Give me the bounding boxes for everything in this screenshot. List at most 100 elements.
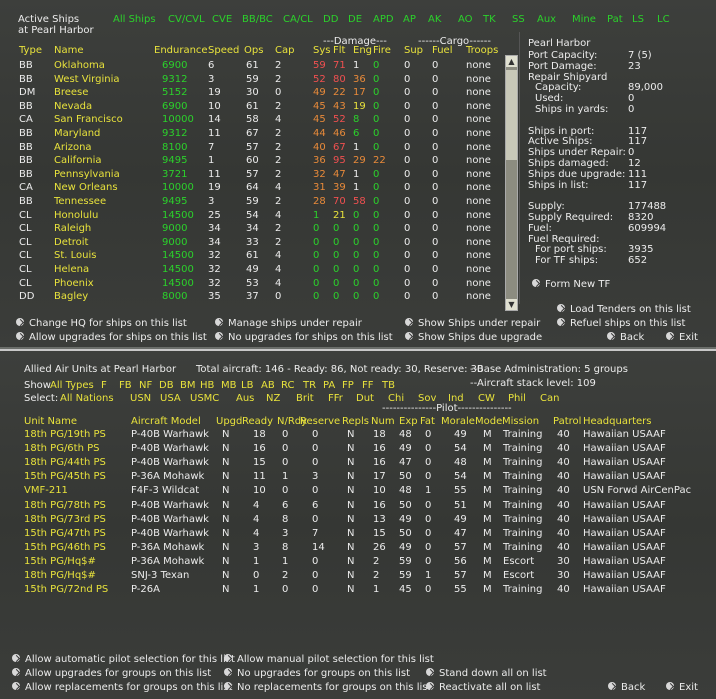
- ship-filter-17[interactable]: LC: [657, 14, 670, 25]
- load-tenders-button[interactable]: Load Tenders on this list: [557, 304, 691, 315]
- ship-filter-15[interactable]: Pat: [607, 14, 623, 25]
- air-cell-unit[interactable]: 15th PG/45th PS: [24, 471, 106, 482]
- ship-col-3[interactable]: Speed: [208, 45, 239, 56]
- nation-filter-0[interactable]: All Nations: [60, 393, 114, 404]
- air-cell-unit[interactable]: 18th PG/78th PS: [24, 500, 106, 511]
- ship-col-1[interactable]: Name: [54, 45, 84, 56]
- scroll-down-arrow-icon[interactable]: ▼: [506, 299, 517, 310]
- ship-cell-name[interactable]: Arizona: [54, 142, 92, 153]
- type-filter-15[interactable]: TB: [382, 380, 395, 391]
- allow-repl-button[interactable]: Allow replacements for groups on this li…: [12, 682, 232, 693]
- air-col-13[interactable]: Patrol: [553, 416, 581, 427]
- air-col-7[interactable]: Num: [371, 416, 395, 427]
- stand-down-button[interactable]: Stand down all on list: [426, 668, 547, 679]
- air-cell-unit[interactable]: 15th PG/47th PS: [24, 528, 106, 539]
- ship-filter-1[interactable]: CV/CVL: [168, 14, 205, 25]
- type-filter-3[interactable]: NF: [139, 380, 152, 391]
- ship-col-6[interactable]: Sys: [313, 45, 330, 56]
- allow-upgrades-ships-button[interactable]: Allow upgrades for ships on this list: [16, 332, 207, 343]
- type-filter-2[interactable]: FB: [119, 380, 132, 391]
- type-filter-12[interactable]: PA: [323, 380, 335, 391]
- ship-cell-name[interactable]: Oklahoma: [54, 60, 105, 71]
- ship-cell-name[interactable]: New Orleans: [54, 182, 118, 193]
- nation-filter-5[interactable]: NZ: [266, 393, 280, 404]
- air-col-10[interactable]: Morale: [441, 416, 475, 427]
- allow-upgrades-groups-button[interactable]: Allow upgrades for groups on this list: [12, 668, 211, 679]
- ship-filter-3[interactable]: BB/BC: [242, 14, 273, 25]
- air-cell-unit[interactable]: 15th PG/72nd PS: [24, 584, 108, 595]
- ship-col-10[interactable]: Sup: [404, 45, 423, 56]
- ship-filter-2[interactable]: CVE: [212, 14, 232, 25]
- type-filter-0[interactable]: All Types: [50, 380, 94, 391]
- ship-filter-4[interactable]: CA/CL: [283, 14, 313, 25]
- air-col-5[interactable]: Reserve: [300, 416, 340, 427]
- ship-filter-9[interactable]: AK: [428, 14, 441, 25]
- type-filter-10[interactable]: RC: [281, 380, 294, 391]
- ship-cell-name[interactable]: Phoenix: [54, 278, 94, 289]
- air-col-6[interactable]: Repls: [342, 416, 369, 427]
- air-col-2[interactable]: Upgd: [216, 416, 242, 427]
- change-hq-button[interactable]: Change HQ for ships on this list: [16, 318, 187, 329]
- nation-filter-14[interactable]: Can: [540, 393, 559, 404]
- air-col-14[interactable]: Headquarters: [583, 416, 651, 427]
- ship-cell-name[interactable]: San Francisco: [54, 114, 123, 125]
- ship-cell-name[interactable]: Nevada: [54, 101, 92, 112]
- air-col-11[interactable]: Mode: [475, 416, 502, 427]
- type-filter-8[interactable]: LB: [241, 380, 253, 391]
- air-col-0[interactable]: Unit Name: [24, 416, 77, 427]
- ship-col-2[interactable]: Endurance: [154, 45, 208, 56]
- scroll-thumb[interactable]: [506, 70, 517, 160]
- auto-pilot-button[interactable]: Allow automatic pilot selection for this…: [12, 654, 235, 665]
- ship-cell-name[interactable]: Honolulu: [54, 210, 98, 221]
- ship-filter-8[interactable]: AP: [403, 14, 416, 25]
- air-col-12[interactable]: Mission: [502, 416, 539, 427]
- air-exit-button[interactable]: Exit: [666, 682, 698, 693]
- type-filter-11[interactable]: TR: [303, 380, 316, 391]
- type-filter-1[interactable]: F: [101, 380, 107, 391]
- type-filter-13[interactable]: FP: [342, 380, 354, 391]
- back-button[interactable]: Back: [607, 332, 644, 343]
- ship-col-12[interactable]: Troops: [466, 45, 498, 56]
- ship-cell-name[interactable]: Breese: [54, 87, 88, 98]
- type-filter-6[interactable]: HB: [200, 380, 214, 391]
- ship-cell-name[interactable]: Maryland: [54, 128, 100, 139]
- show-repair-button[interactable]: Show Ships under repair: [405, 318, 540, 329]
- air-cell-unit[interactable]: 15th PG/Hq$#: [24, 556, 96, 567]
- nation-filter-6[interactable]: Brit: [296, 393, 314, 404]
- ship-cell-name[interactable]: Detroit: [54, 237, 88, 248]
- ship-cell-name[interactable]: California: [54, 155, 102, 166]
- refuel-button[interactable]: Refuel ships on this list: [557, 318, 685, 329]
- type-filter-4[interactable]: DB: [159, 380, 174, 391]
- ship-cell-name[interactable]: West Virginia: [54, 74, 119, 85]
- ship-filter-5[interactable]: DD: [323, 14, 338, 25]
- nation-filter-2[interactable]: USA: [160, 393, 181, 404]
- ship-cell-name[interactable]: St. Louis: [54, 250, 96, 261]
- air-cell-unit[interactable]: 18th PG/6th PS: [24, 443, 100, 454]
- type-filter-7[interactable]: MB: [221, 380, 237, 391]
- air-cell-unit[interactable]: 18th PG/73rd PS: [24, 514, 106, 525]
- manual-pilot-button[interactable]: Allow manual pilot selection for this li…: [224, 654, 434, 665]
- ship-col-7[interactable]: Flt: [333, 45, 345, 56]
- ship-list-scrollbar[interactable]: ▲ ▼: [505, 55, 518, 311]
- air-col-3[interactable]: Ready: [242, 416, 273, 427]
- ship-filter-16[interactable]: LS: [632, 14, 644, 25]
- air-cell-unit[interactable]: 18th PG/Hq$#: [24, 570, 96, 581]
- ship-cell-name[interactable]: Helena: [54, 264, 89, 275]
- no-upgrades-groups-button[interactable]: No upgrades for groups on this list: [224, 668, 410, 679]
- air-col-9[interactable]: Fat: [420, 416, 435, 427]
- ship-filter-0[interactable]: All Ships: [113, 14, 156, 25]
- ship-filter-13[interactable]: Aux: [537, 14, 556, 25]
- ship-col-0[interactable]: Type: [19, 45, 42, 56]
- ship-cell-name[interactable]: Raleigh: [54, 223, 91, 234]
- ship-col-8[interactable]: Eng: [353, 45, 372, 56]
- ship-filter-10[interactable]: AO: [458, 14, 473, 25]
- air-back-button[interactable]: Back: [608, 682, 645, 693]
- ship-filter-11[interactable]: TK: [483, 14, 496, 25]
- ship-cell-name[interactable]: Pennsylvania: [54, 169, 120, 180]
- ship-filter-6[interactable]: DE: [348, 14, 362, 25]
- manage-repair-button[interactable]: Manage ships under repair: [215, 318, 362, 329]
- nation-filter-1[interactable]: USN: [130, 393, 151, 404]
- air-cell-unit[interactable]: 15th PG/46th PS: [24, 542, 106, 553]
- air-col-1[interactable]: Aircraft Model: [131, 416, 201, 427]
- air-cell-unit[interactable]: 18th PG/44th PS: [24, 457, 106, 468]
